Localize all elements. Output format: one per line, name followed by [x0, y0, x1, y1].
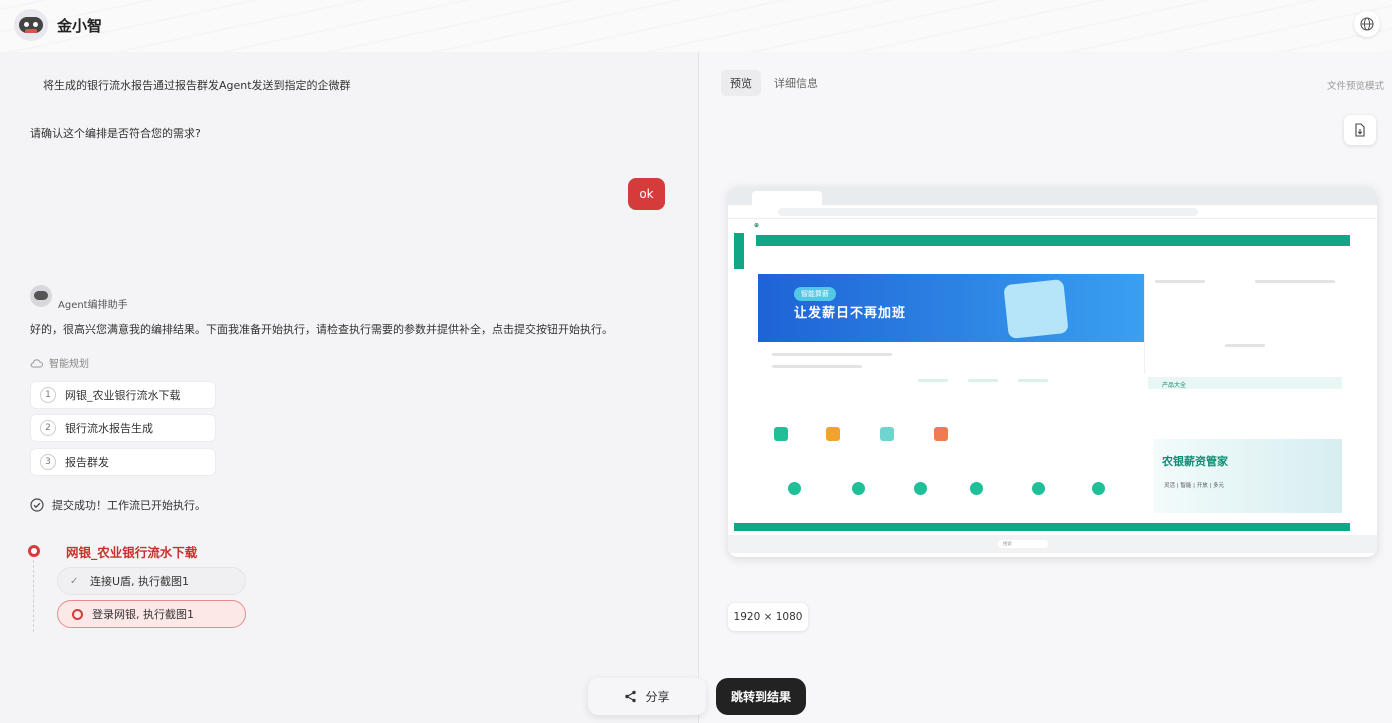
- file-download-icon[interactable]: [1344, 115, 1376, 145]
- tab-preview[interactable]: 预览: [721, 70, 761, 96]
- confirm-question-text: 请确认这个编排是否符合您的需求?: [30, 127, 201, 140]
- browser-tab: [752, 191, 822, 205]
- product-title: 产品大全: [1148, 377, 1342, 389]
- quick-actions: [758, 462, 1144, 522]
- browser-urlbar: [728, 205, 1377, 219]
- bank-nav: [756, 235, 1350, 246]
- loading-ring-icon: [72, 608, 83, 620]
- step-number: 3: [40, 454, 56, 470]
- user-reply-bubble: ok: [628, 178, 665, 210]
- bank-sidebar: [734, 233, 744, 269]
- assistant-name: Agent编排助手: [58, 300, 128, 311]
- share-button[interactable]: 分享: [588, 678, 706, 715]
- preview-mode-label: 文件预览模式: [1326, 81, 1384, 92]
- plan-step[interactable]: 1 网银_农业银行流水下载: [30, 381, 216, 409]
- tab-details[interactable]: 详细信息: [765, 70, 827, 96]
- banner-tag: 智能算薪: [794, 287, 836, 301]
- step-label: 网银_农业银行流水下载: [65, 389, 181, 402]
- calculator-icon: [1003, 279, 1069, 339]
- assistant-message: 好的，很高兴您满意我的编排结果。下面我准备开始执行，请检查执行需要的参数并提供补…: [30, 323, 613, 336]
- taskbar-search: 搜索: [998, 540, 1048, 548]
- bank-header: ⊕: [734, 219, 1352, 233]
- step-label: 报告群发: [65, 456, 109, 469]
- step-label: 银行流水报告生成: [65, 422, 153, 435]
- substep-label: 连接U盾, 执行截图1: [90, 575, 190, 588]
- check-circle-icon: [30, 498, 44, 512]
- bank-side-panel: [1144, 274, 1349, 374]
- step-number: 1: [40, 387, 56, 403]
- substep-active[interactable]: 登录网银, 执行截图1: [57, 600, 246, 628]
- substep-done[interactable]: ✓ 连接U盾, 执行截图1: [57, 567, 246, 595]
- preview-tabs: 预览 详细信息: [721, 70, 827, 96]
- globe-icon[interactable]: [1354, 11, 1380, 37]
- running-dot-icon: [28, 545, 40, 557]
- share-icon: [625, 690, 637, 703]
- check-icon: ✓: [70, 575, 79, 587]
- ad-title: 农银薪资管家: [1162, 455, 1228, 468]
- assistant-avatar: [30, 285, 52, 307]
- plan-title: 智能规划: [49, 359, 89, 370]
- promo-banner: 智能算薪 让发薪日不再加班: [758, 274, 1144, 342]
- timeline-line: [33, 560, 34, 632]
- step-number: 2: [40, 420, 56, 436]
- ad-subtitle: 灵活 | 智能 | 开放 | 多元: [1164, 483, 1225, 489]
- app-logo-icon: [14, 9, 48, 41]
- app-title: 金小智: [57, 17, 103, 35]
- browser-tabbar: [728, 187, 1377, 205]
- account-info: [758, 347, 1144, 397]
- running-task-title: 网银_农业银行流水下载: [66, 545, 198, 560]
- plan-header: 智能规划: [30, 355, 89, 370]
- cloud-icon: [30, 358, 43, 367]
- plan-step[interactable]: 3 报告群发: [30, 448, 216, 476]
- resolution-chip: 1920 × 1080: [728, 603, 808, 631]
- submit-status: 提交成功！工作流已开始执行。: [30, 497, 206, 513]
- ad-banner: 农银薪资管家 灵活 | 智能 | 开放 | 多元: [1154, 439, 1342, 513]
- plan-step[interactable]: 2 银行流水报告生成: [30, 414, 216, 442]
- substep-label: 登录网银, 执行截图1: [92, 608, 194, 621]
- jump-to-result-button[interactable]: 跳转到结果: [716, 678, 806, 715]
- submit-status-text: 提交成功！工作流已开始执行。: [52, 499, 206, 512]
- bank-logo-icon: ⊕: [754, 222, 760, 229]
- todo-area: [758, 405, 1144, 450]
- share-label: 分享: [645, 690, 670, 704]
- user-request-text: 将生成的银行流水报告通过报告群发Agent发送到指定的企微群: [43, 79, 351, 92]
- bank-footer-strip: [734, 523, 1350, 531]
- banner-text: 让发薪日不再加班: [794, 306, 907, 321]
- screenshot-preview[interactable]: ⊕ 智能算薪 让发薪日不再加班 产品大全 农银薪资管家 灵活 | 智能 | 开放…: [728, 187, 1377, 557]
- bank-info-bar: [756, 249, 1350, 258]
- top-bar: 金小智: [0, 0, 1392, 52]
- os-taskbar: 搜索: [728, 535, 1377, 553]
